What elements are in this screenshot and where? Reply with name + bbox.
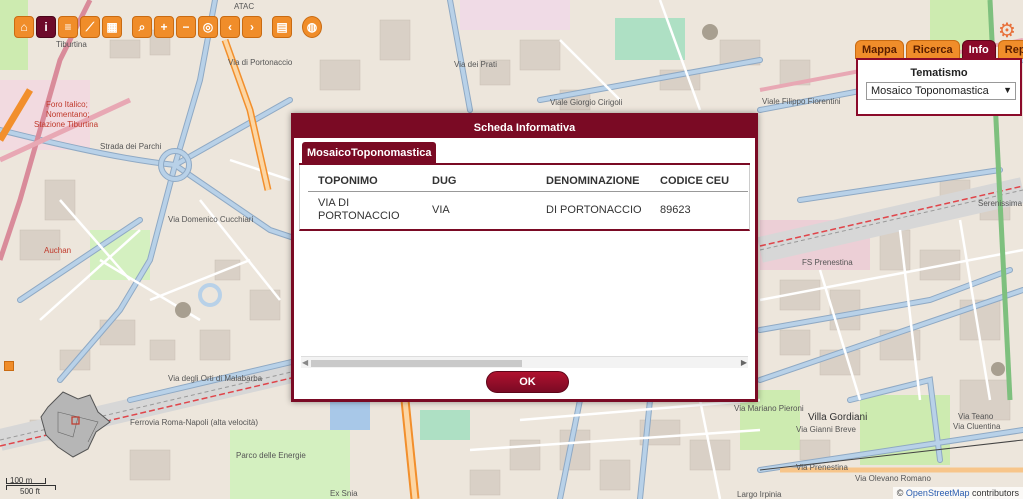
map-label-road: Via Olevano Romano: [855, 474, 931, 483]
print-icon[interactable]: ▤: [272, 16, 292, 38]
results-table-container: TOPONIMO DUG DENOMINAZIONE CODICE CEU VI…: [299, 165, 750, 231]
overview-toggle-icon[interactable]: [4, 361, 14, 371]
map-label-road: Via Cluentina: [953, 422, 1001, 431]
map-label-road: Via Domenico Cucchiari: [168, 215, 254, 224]
map-label-area: Foro Italico;: [46, 100, 88, 109]
cell-toponimo-line2: PORTONACCIO: [318, 210, 400, 222]
ok-button[interactable]: OK: [486, 371, 569, 393]
cell-denominazione: DI PORTONACCIO: [546, 203, 642, 216]
info-icon[interactable]: i: [36, 16, 56, 38]
tab-info[interactable]: Info: [961, 40, 996, 59]
map-label-road: Via Prenestina: [796, 463, 848, 472]
globe-icon[interactable]: ◍: [302, 16, 322, 38]
scale-bar: 100 m 500 ft: [6, 476, 56, 496]
cell-dug: VIA: [432, 203, 450, 216]
map-label-road: Tiburtina: [56, 40, 87, 49]
map-label-road: Via Gianni Breve: [796, 425, 856, 434]
tematismo-select[interactable]: Mosaico Toponomastica ▼: [866, 82, 1016, 100]
map-label-road: Largo Irpinia: [737, 490, 782, 499]
scrollbar-thumb[interactable]: [311, 360, 522, 367]
map-label-road: Viale Filippo Fiorentini: [762, 97, 841, 106]
map-label-poi: ATAC: [234, 2, 255, 11]
column-header-dug[interactable]: DUG: [422, 171, 536, 192]
scroll-left-icon[interactable]: ◀: [302, 358, 308, 367]
map-toolbar: ⌂ i ≡ ⟋ ▦ ⌕ + − ◎ ‹ › ▤ ◍: [14, 15, 322, 39]
map-label-road: Via dei Prati: [454, 60, 497, 69]
table-row[interactable]: VIA DI PORTONACCIO VIA DI PORTONACCIO 89…: [308, 192, 748, 229]
horizontal-scrollbar[interactable]: ◀ ▶: [301, 356, 748, 368]
map-label-station: FS Prenestina: [802, 258, 853, 267]
scale-label-metric: 100 m: [10, 476, 33, 485]
tematismo-selected-value: Mosaico Toponomastica: [871, 85, 989, 97]
forward-icon[interactable]: ›: [242, 16, 262, 38]
chevron-down-icon: ▼: [1003, 85, 1012, 95]
zoom-box-icon[interactable]: ⌕: [132, 16, 152, 38]
map-label-road: Via di Portonaccio: [228, 58, 293, 67]
map-label-road: Viale Giorgio Cirigoli: [550, 98, 623, 107]
tematismo-label: Tematismo: [910, 67, 968, 79]
map-attribution: © OpenStreetMap contributors: [892, 487, 1023, 499]
map-label-road: Via degli Orti di Malabarba: [168, 374, 263, 383]
map-label-park: Villa Gordiani: [808, 412, 868, 423]
map-label-poi: Auchan: [44, 246, 72, 255]
layers-icon[interactable]: ≡: [58, 16, 78, 38]
results-table: TOPONIMO DUG DENOMINAZIONE CODICE CEU VI…: [308, 171, 748, 228]
map-label-area: Stazione Tiburtina: [34, 120, 99, 129]
map-label-road: Via Mariano Pieroni: [734, 404, 804, 413]
zoom-out-icon[interactable]: −: [176, 16, 196, 38]
tab-report[interactable]: Report: [997, 40, 1023, 59]
map-label-road: Serenissima: [978, 199, 1023, 208]
scale-label-imperial: 500 ft: [20, 487, 41, 496]
home-icon[interactable]: ⌂: [14, 16, 34, 38]
map-label-road: Strada dei Parchi: [100, 142, 162, 151]
attribution-prefix: ©: [896, 488, 906, 498]
zoom-extent-icon[interactable]: ◎: [198, 16, 218, 38]
column-header-codice-ceu[interactable]: CODICE CEU: [650, 171, 748, 192]
tab-mappa[interactable]: Mappa: [855, 40, 904, 59]
gear-icon[interactable]: ⚙: [998, 20, 1020, 42]
map-label-park: Parco delle Energie: [236, 451, 306, 460]
attribution-suffix: contributors: [969, 488, 1019, 498]
scroll-right-icon[interactable]: ▶: [741, 358, 747, 367]
attribution-link[interactable]: OpenStreetMap: [906, 488, 970, 498]
zoom-in-icon[interactable]: +: [154, 16, 174, 38]
tematismo-panel: Tematismo Mosaico Toponomastica ▼: [856, 58, 1022, 116]
measure-icon[interactable]: ⟋: [80, 16, 100, 38]
cell-toponimo: VIA DI PORTONACCIO: [308, 192, 422, 229]
column-header-denominazione[interactable]: DENOMINAZIONE: [536, 171, 650, 192]
back-icon[interactable]: ‹: [220, 16, 240, 38]
overview-map[interactable]: [38, 387, 113, 460]
map-label-area: Nomentano;: [46, 110, 90, 119]
cell-codice-ceu: 89623: [660, 203, 691, 216]
table-header-row: TOPONIMO DUG DENOMINAZIONE CODICE CEU: [308, 171, 748, 192]
right-panel-tabs: Mappa Ricerca Info Report: [855, 40, 1023, 59]
map-label-road: Via Teano: [958, 412, 994, 421]
map-label-railway: Ferrovia Roma-Napoli (alta velocità): [130, 418, 259, 427]
info-dialog: Scheda Informativa MosaicoToponomastica …: [291, 113, 758, 402]
grid-icon[interactable]: ▦: [102, 16, 122, 38]
map-label-poi: Ex Snia: [330, 489, 358, 498]
tab-ricerca[interactable]: Ricerca: [905, 40, 960, 59]
column-header-toponimo[interactable]: TOPONIMO: [308, 171, 422, 192]
cell-toponimo-line1: VIA DI: [318, 197, 350, 209]
tab-mosaico-toponomastica[interactable]: MosaicoToponomastica: [302, 142, 437, 164]
dialog-title: Scheda Informativa: [294, 116, 755, 138]
